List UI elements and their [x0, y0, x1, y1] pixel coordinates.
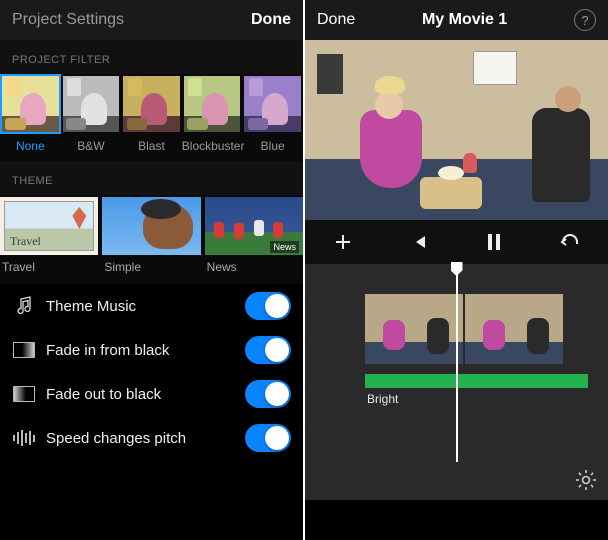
filter-strip[interactable]: None B&W Blast Blockbuster Blue: [0, 74, 303, 161]
pause-button[interactable]: [457, 233, 533, 251]
theme-travel[interactable]: Travel Travel: [0, 197, 98, 282]
news-badge: News: [270, 241, 299, 253]
skip-back-button[interactable]: [381, 233, 457, 251]
playhead[interactable]: [456, 264, 458, 462]
switch[interactable]: [245, 380, 291, 408]
video-preview[interactable]: [305, 40, 608, 220]
done-button[interactable]: Done: [251, 11, 291, 29]
toggle-label: Fade in from black: [46, 342, 245, 359]
theme-label: Simple: [102, 255, 200, 282]
toggle-label: Fade out to black: [46, 386, 245, 403]
switch[interactable]: [245, 336, 291, 364]
filter-blast[interactable]: Blast: [121, 74, 182, 161]
help-button[interactable]: ?: [574, 9, 596, 31]
audio-label: Bright: [367, 392, 398, 406]
done-button[interactable]: Done: [317, 11, 355, 29]
filter-label: Blast: [121, 134, 182, 161]
audio-track[interactable]: [365, 374, 588, 388]
add-media-button[interactable]: [305, 232, 381, 252]
timeline[interactable]: Bright: [305, 264, 608, 500]
music-icon: [12, 296, 36, 316]
theme-strip[interactable]: Travel Travel Simple News News: [0, 195, 303, 284]
theme-label: THEME: [0, 161, 303, 195]
toggle-fade-out[interactable]: Fade out to black: [0, 372, 303, 416]
project-filter-label: PROJECT FILTER: [0, 40, 303, 74]
filter-label: Blue: [242, 134, 303, 161]
settings-pane: Project Settings Done PROJECT FILTER Non…: [0, 0, 305, 540]
fade-in-icon: [12, 340, 36, 360]
clip[interactable]: [365, 294, 463, 364]
switch[interactable]: [245, 424, 291, 452]
switch[interactable]: [245, 292, 291, 320]
filter-label: Blockbuster: [182, 134, 243, 161]
theme-news[interactable]: News News: [205, 197, 303, 282]
project-title: My Movie 1: [422, 11, 507, 29]
theme-label: News: [205, 255, 303, 282]
toggle-fade-in[interactable]: Fade in from black: [0, 328, 303, 372]
theme-simple[interactable]: Simple: [102, 197, 200, 282]
settings-header: Project Settings Done: [0, 0, 303, 40]
filter-label: B&W: [61, 134, 122, 161]
settings-title: Project Settings: [12, 11, 124, 29]
toggle-theme-music[interactable]: Theme Music: [0, 284, 303, 328]
waveform-icon: [12, 428, 36, 448]
settings-gear-button[interactable]: [574, 468, 598, 492]
filter-label: None: [0, 134, 61, 161]
filter-bw[interactable]: B&W: [61, 74, 122, 161]
toggle-label: Speed changes pitch: [46, 430, 245, 447]
help-icon: ?: [581, 13, 588, 28]
toggle-speed-pitch[interactable]: Speed changes pitch: [0, 416, 303, 460]
fade-out-icon: [12, 384, 36, 404]
undo-button[interactable]: [532, 233, 608, 251]
clip[interactable]: [465, 294, 563, 364]
editor-pane: Done My Movie 1 ?: [305, 0, 608, 540]
filter-blockbuster[interactable]: Blockbuster: [182, 74, 243, 161]
filter-none[interactable]: None: [0, 74, 61, 161]
editor-header: Done My Movie 1 ?: [305, 0, 608, 40]
toggle-label: Theme Music: [46, 298, 245, 315]
theme-label: Travel: [0, 255, 98, 282]
filter-blue[interactable]: Blue: [242, 74, 303, 161]
playback-controls: [305, 220, 608, 264]
